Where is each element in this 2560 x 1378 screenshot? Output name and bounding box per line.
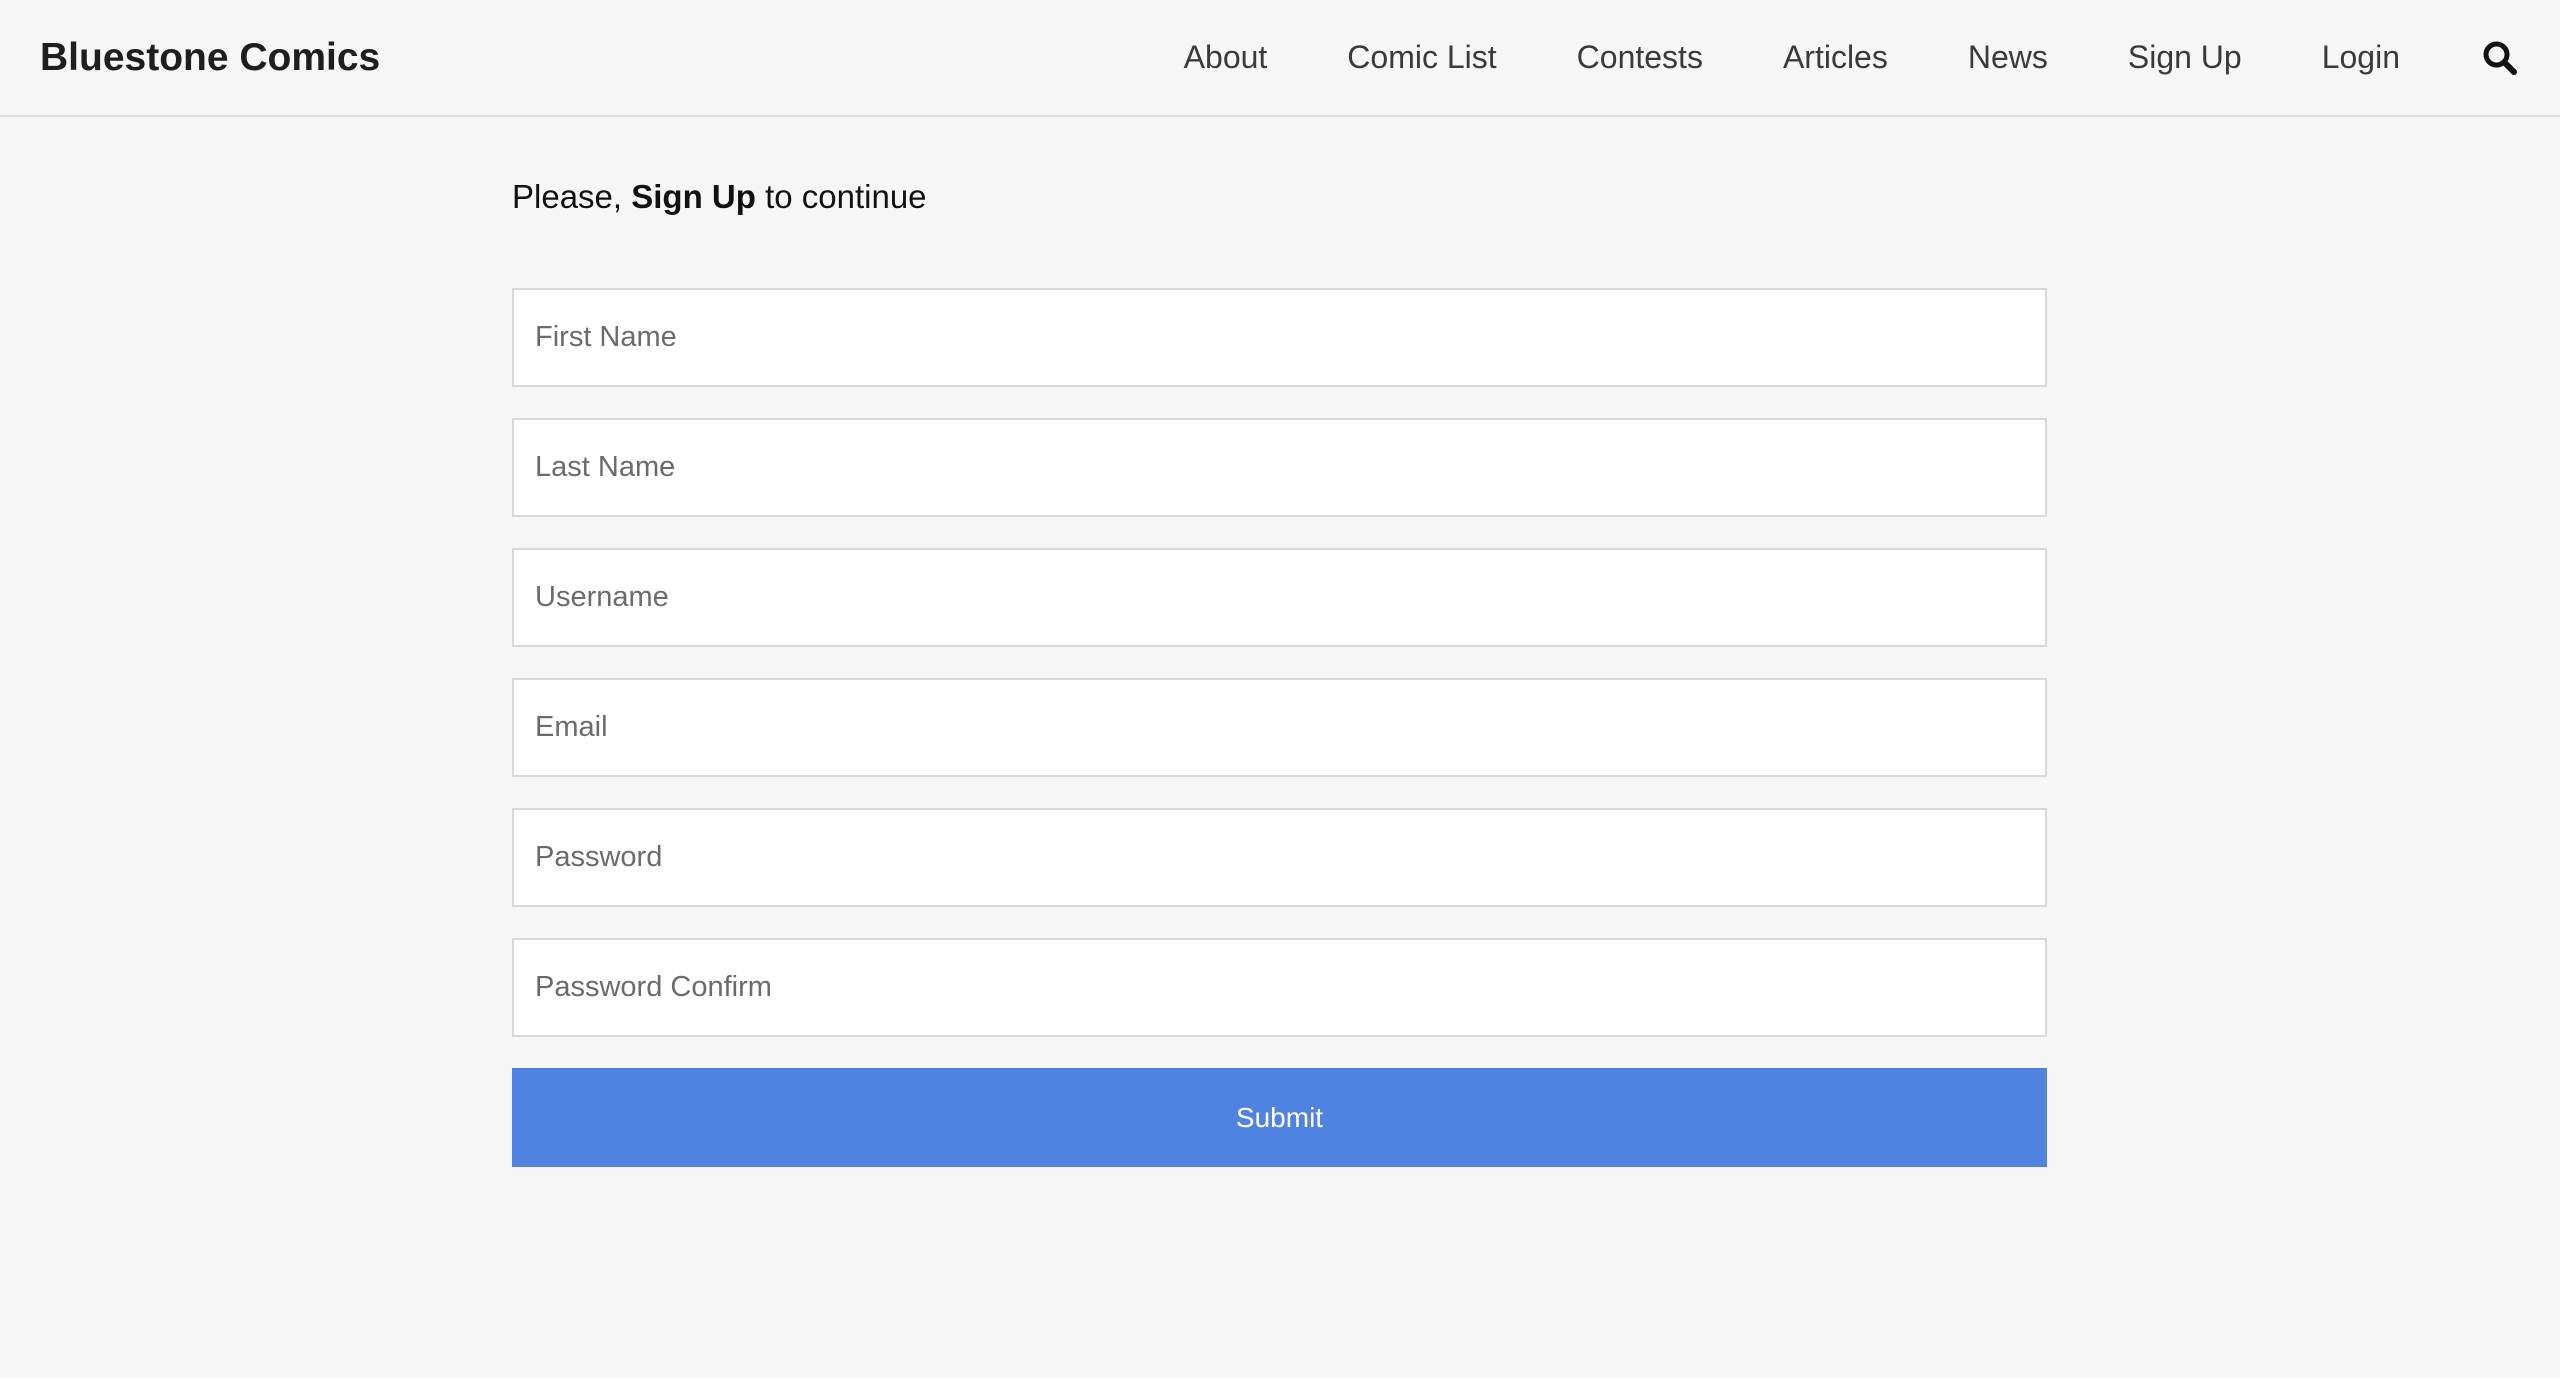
search-icon xyxy=(2483,41,2517,75)
search-button[interactable] xyxy=(2480,38,2520,78)
nav-link-articles[interactable]: Articles xyxy=(1783,39,1888,76)
nav-links: About Comic List Contests Articles News … xyxy=(1184,0,2560,115)
nav-link-news[interactable]: News xyxy=(1968,39,2048,76)
nav-link-comic-list[interactable]: Comic List xyxy=(1347,39,1496,76)
signup-form: Submit xyxy=(512,288,2047,1167)
brand-logo[interactable]: Bluestone Comics xyxy=(40,0,380,115)
first-name-input[interactable] xyxy=(512,288,2047,387)
password-confirm-input[interactable] xyxy=(512,938,2047,1037)
submit-button[interactable]: Submit xyxy=(512,1068,2047,1167)
prompt-emphasis: Sign Up xyxy=(631,178,756,215)
nav-link-login[interactable]: Login xyxy=(2322,39,2400,76)
password-input[interactable] xyxy=(512,808,2047,907)
last-name-input[interactable] xyxy=(512,418,2047,517)
prompt-suffix: to continue xyxy=(755,178,927,215)
nav-link-sign-up[interactable]: Sign Up xyxy=(2128,39,2242,76)
email-input[interactable] xyxy=(512,678,2047,777)
top-navbar: Bluestone Comics About Comic List Contes… xyxy=(0,0,2560,117)
signup-prompt: Please, Sign Up to continue xyxy=(512,178,927,216)
nav-link-about[interactable]: About xyxy=(1184,39,1268,76)
nav-link-contests[interactable]: Contests xyxy=(1577,39,1703,76)
username-input[interactable] xyxy=(512,548,2047,647)
prompt-prefix: Please, xyxy=(512,178,632,215)
